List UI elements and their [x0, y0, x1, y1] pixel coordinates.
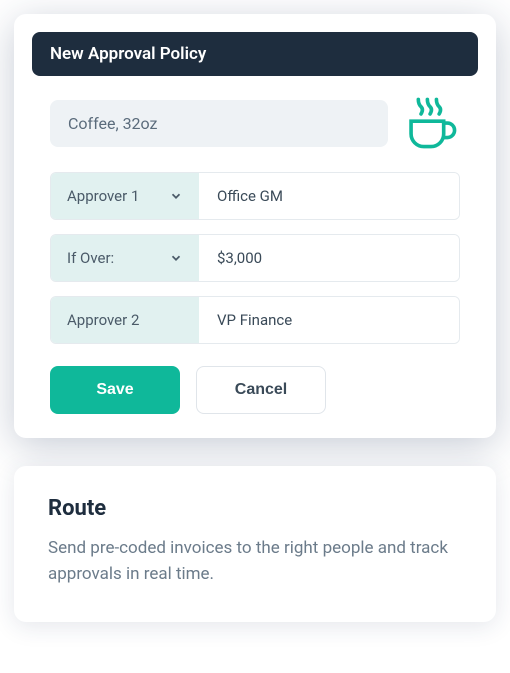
- approver-1-select[interactable]: Approver 1: [51, 173, 199, 219]
- if-over-row: If Over: $3,000: [50, 234, 460, 282]
- chevron-down-icon: [169, 251, 183, 265]
- save-button[interactable]: Save: [50, 366, 180, 414]
- approver-2-row: Approver 2 VP Finance: [50, 296, 460, 344]
- approver-1-value[interactable]: Office GM: [199, 173, 459, 219]
- approver-2-label: Approver 2: [67, 311, 139, 329]
- item-name-input[interactable]: Coffee, 32oz: [50, 100, 388, 147]
- item-row: Coffee, 32oz: [50, 94, 460, 152]
- route-title: Route: [48, 496, 462, 521]
- chevron-down-icon: [169, 189, 183, 203]
- route-description: Send pre-coded invoices to the right peo…: [48, 535, 462, 588]
- cancel-button[interactable]: Cancel: [196, 366, 326, 414]
- route-card: Route Send pre-coded invoices to the rig…: [14, 466, 496, 622]
- card-header: New Approval Policy: [32, 32, 478, 76]
- button-row: Save Cancel: [50, 366, 460, 414]
- approval-policy-card: New Approval Policy Coffee, 32oz Approve…: [14, 14, 496, 438]
- coffee-icon: [402, 94, 460, 152]
- if-over-label: If Over:: [67, 249, 114, 267]
- approver-1-row: Approver 1 Office GM: [50, 172, 460, 220]
- approver-2-label-cell[interactable]: Approver 2: [51, 297, 199, 343]
- approver-1-label: Approver 1: [67, 187, 139, 205]
- if-over-select[interactable]: If Over:: [51, 235, 199, 281]
- form-body: Coffee, 32oz Approver 1 Office GM If Ove…: [32, 94, 478, 420]
- approver-2-value[interactable]: VP Finance: [199, 297, 459, 343]
- if-over-value[interactable]: $3,000: [199, 235, 459, 281]
